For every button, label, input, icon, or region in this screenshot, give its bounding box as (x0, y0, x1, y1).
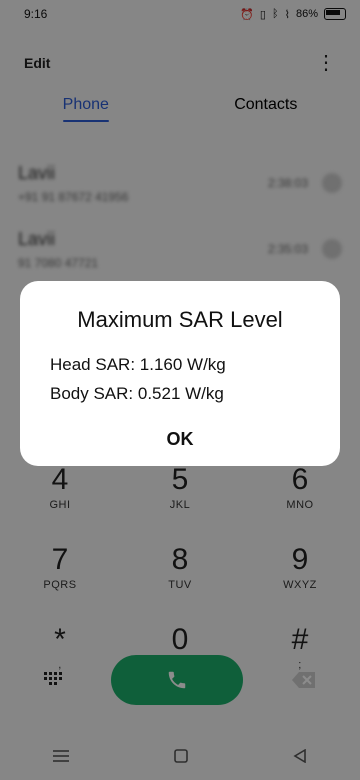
sar-dialog: Maximum SAR Level Head SAR: 1.160 W/kg B… (20, 281, 340, 466)
dialog-title: Maximum SAR Level (77, 307, 283, 332)
head-sar-text: Head SAR: 1.160 W/kg (50, 355, 226, 374)
body-sar-text: Body SAR: 0.521 W/kg (50, 384, 224, 403)
ok-button[interactable]: OK (20, 429, 340, 450)
